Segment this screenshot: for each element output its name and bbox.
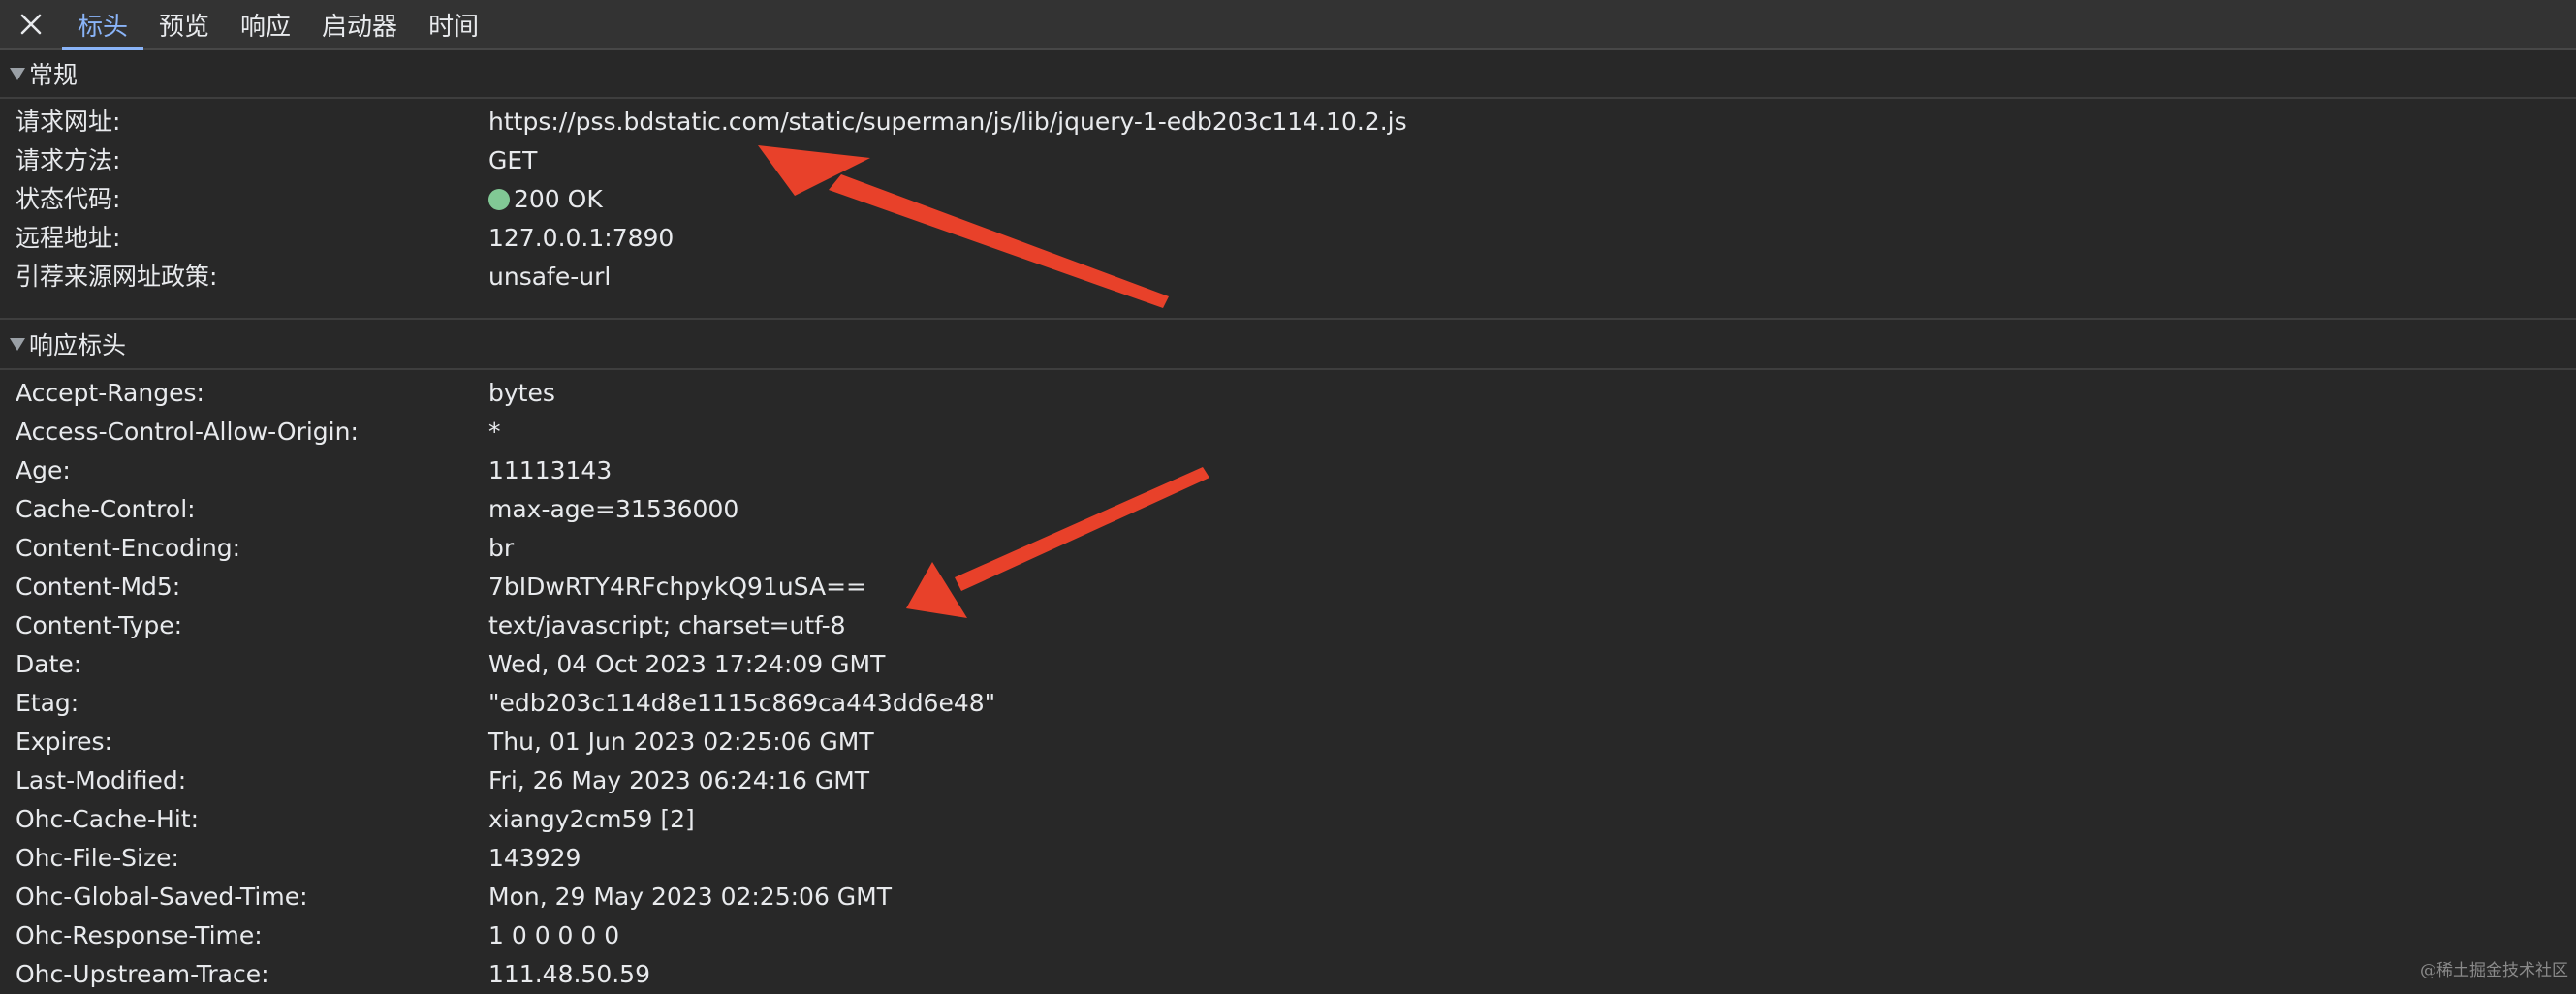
header-key: Ohc-Upstream-Trace: <box>16 960 269 988</box>
header-row: Age: 11113143 <box>0 451 2576 490</box>
header-row: Ohc-Response-Time: 1 0 0 0 0 0 <box>0 916 2576 955</box>
header-key: 远程地址: <box>16 224 121 252</box>
tab-timing[interactable]: 时间 <box>413 0 494 48</box>
header-key: Content-Encoding: <box>16 534 241 562</box>
status-code-value: 200 OK <box>488 180 603 219</box>
header-value: Wed, 04 Oct 2023 17:24:09 GMT <box>488 650 886 678</box>
header-value: text/javascript; charset=utf-8 <box>488 611 846 639</box>
header-value: "edb203c114d8e1115c869ca443dd6e48" <box>488 689 996 717</box>
header-row: 状态代码: 200 OK <box>0 180 2576 219</box>
header-value: 111.48.50.59 <box>488 960 650 988</box>
header-row: 请求方法: GET <box>0 141 2576 180</box>
header-key: Expires: <box>16 728 112 756</box>
header-row: Etag: "edb203c114d8e1115c869ca443dd6e48" <box>0 684 2576 723</box>
header-row: 远程地址: 127.0.0.1:7890 <box>0 219 2576 258</box>
response-headers-section-title: 响应标头 <box>29 331 127 359</box>
header-value: Fri, 26 May 2023 06:24:16 GMT <box>488 766 870 794</box>
header-key: Age: <box>16 456 71 484</box>
header-key: Access-Control-Allow-Origin: <box>16 418 359 446</box>
header-key: Ohc-File-Size: <box>16 844 179 872</box>
header-key: 请求方法: <box>16 146 121 174</box>
header-value: * <box>488 418 501 446</box>
header-value: 7bIDwRTY4RFchpykQ91uSA== <box>488 573 866 601</box>
header-value: Mon, 29 May 2023 02:25:06 GMT <box>488 883 893 911</box>
header-key: Etag: <box>16 689 79 717</box>
header-row: Ohc-Cache-Hit: xiangy2cm59 [2] <box>0 800 2576 839</box>
header-value: br <box>488 534 515 562</box>
tab-initiator[interactable]: 启动器 <box>306 0 413 48</box>
collapse-triangle-icon[interactable] <box>10 337 25 351</box>
header-row: Content-Encoding: br <box>0 529 2576 568</box>
header-value: 143929 <box>488 844 581 872</box>
header-key: Ohc-Global-Saved-Time: <box>16 883 308 911</box>
header-value: GET <box>488 146 538 174</box>
header-row: Access-Control-Allow-Origin: * <box>0 413 2576 451</box>
status-ok-icon <box>488 189 510 210</box>
header-row: Cache-Control: max-age=31536000 <box>0 490 2576 529</box>
header-row: Content-Md5: 7bIDwRTY4RFchpykQ91uSA== <box>0 568 2576 606</box>
response-headers-section-header[interactable]: 响应标头 <box>0 318 2576 370</box>
watermark: @稀土掘金技术社区 <box>2420 961 2568 980</box>
header-value: 1 0 0 0 0 0 <box>488 921 620 949</box>
tab-preview[interactable]: 预览 <box>143 0 225 48</box>
header-value: 127.0.0.1:7890 <box>488 224 675 252</box>
header-value: bytes <box>488 379 555 407</box>
header-value: xiangy2cm59 [2] <box>488 805 695 833</box>
close-button[interactable] <box>0 0 62 48</box>
header-row: Ohc-File-Size: 143929 <box>0 839 2576 878</box>
header-row: 引荐来源网址政策: unsafe-url <box>0 258 2576 296</box>
header-value: unsafe-url <box>488 263 612 291</box>
header-row: Accept-Ranges: bytes <box>0 374 2576 413</box>
header-row: Last-Modified: Fri, 26 May 2023 06:24:16 … <box>0 761 2576 800</box>
header-row: Date: Wed, 04 Oct 2023 17:24:09 GMT <box>0 645 2576 684</box>
header-key: 请求网址: <box>16 108 121 136</box>
tab-headers[interactable]: 标头 <box>62 0 144 50</box>
devtools-tab-bar: 标头 预览 响应 启动器 时间 <box>0 0 2576 50</box>
header-key: Accept-Ranges: <box>16 379 204 407</box>
header-value: https://pss.bdstatic.com/static/superman… <box>488 108 1407 136</box>
header-key: Date: <box>16 650 82 678</box>
general-section-title: 常规 <box>29 61 79 89</box>
header-key: Ohc-Cache-Hit: <box>16 805 200 833</box>
general-section-header[interactable]: 常规 <box>0 50 2576 99</box>
tab-response[interactable]: 响应 <box>225 0 306 48</box>
collapse-triangle-icon[interactable] <box>10 67 25 80</box>
header-row: Ohc-Upstream-Trace: 111.48.50.59 <box>0 955 2576 994</box>
header-key: Content-Md5: <box>16 573 181 601</box>
header-row: 请求网址: https://pss.bdstatic.com/static/su… <box>0 103 2576 141</box>
status-code-text: 200 OK <box>514 185 603 213</box>
header-key: Last-Modified: <box>16 766 187 794</box>
response-header-rows: Accept-Ranges: bytes Access-Control-Allow… <box>0 374 2576 994</box>
header-value: max-age=31536000 <box>488 495 739 523</box>
header-key: Ohc-Response-Time: <box>16 921 263 949</box>
header-key: 引荐来源网址政策: <box>16 263 218 291</box>
header-row: Ohc-Global-Saved-Time: Mon, 29 May 2023 0… <box>0 878 2576 916</box>
header-key: Cache-Control: <box>16 495 196 523</box>
general-rows: 请求网址: https://pss.bdstatic.com/static/su… <box>0 103 2576 296</box>
header-key: 状态代码: <box>16 185 121 213</box>
header-key: Content-Type: <box>16 611 182 639</box>
header-value: 11113143 <box>488 456 613 484</box>
header-row: Expires: Thu, 01 Jun 2023 02:25:06 GMT <box>0 723 2576 761</box>
header-value: Thu, 01 Jun 2023 02:25:06 GMT <box>488 728 874 756</box>
header-row: Content-Type: text/javascript; charset=ut… <box>0 606 2576 645</box>
close-icon <box>20 14 42 35</box>
